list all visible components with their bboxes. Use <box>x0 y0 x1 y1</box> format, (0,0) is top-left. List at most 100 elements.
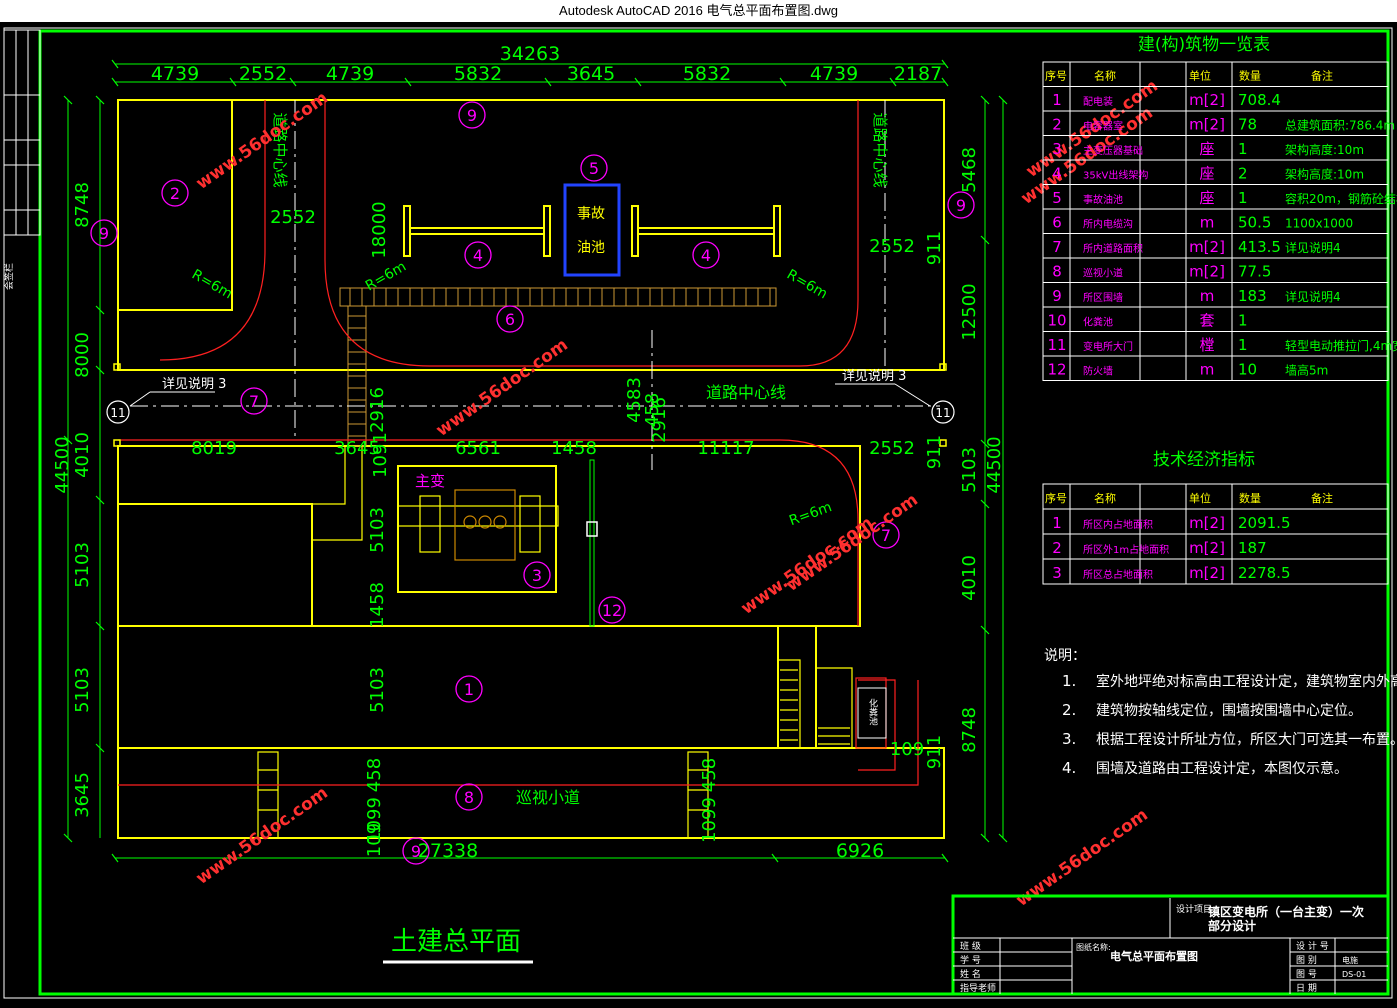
table2-cell: 3 <box>1052 564 1062 582</box>
table2-header: 名称 <box>1094 491 1116 505</box>
table2-cell: m[2] <box>1189 514 1225 532</box>
main-transformer[interactable] <box>397 489 559 561</box>
table2-header: 数量 <box>1239 492 1261 505</box>
watermark-text: www.56doc.com <box>433 335 572 441</box>
window-title: Autodesk AutoCAD 2016 电气总平面布置图.dwg <box>0 0 1397 22</box>
dim-left: 3645 <box>72 772 93 818</box>
title-block[interactable]: 设计项目: 镇区变电所（一台主变）一次 部分设计 图纸名称: 电气总平面布置图 … <box>951 894 1390 996</box>
item-marker-4[interactable]: 4 <box>692 241 720 269</box>
item-marker-1[interactable]: 1 <box>455 675 483 703</box>
dim-inner: 5103 <box>367 507 388 553</box>
dim-inner: 2552 <box>270 207 316 228</box>
axis-bubble-right: 11 <box>935 406 950 420</box>
table1-cell: 详见说明4 <box>1285 289 1341 304</box>
table1-cell: 8 <box>1052 263 1062 281</box>
svg-text:3: 3 <box>532 566 542 585</box>
item-marker-12[interactable]: 12 <box>598 596 626 624</box>
dim-inner: 5103 <box>367 667 388 713</box>
table1-cell: 9 <box>1052 287 1062 305</box>
title-block-left-label: 班 级 <box>960 940 981 952</box>
dim-left: 8000 <box>72 332 93 378</box>
accident-pool[interactable] <box>563 183 621 277</box>
item-marker-9[interactable]: 9 <box>458 101 486 129</box>
dim-left: 4010 <box>72 432 93 478</box>
note-text: 室外地坪绝对标高由工程设计定，建筑物室内外高差0.45m。 <box>1096 673 1397 690</box>
dim-left: 8748 <box>72 182 93 228</box>
title-block-right-label: 设 计 号 <box>1296 940 1329 952</box>
table2-header: 备注 <box>1311 491 1333 505</box>
dim-inner: 1091 <box>370 432 391 478</box>
table2-header: 单位 <box>1189 491 1211 505</box>
dim-inner: 911 <box>924 435 945 469</box>
table1-cell: 主变压器基础 <box>1083 144 1143 157</box>
item-marker-3[interactable]: 3 <box>523 561 551 589</box>
table1-cell: 3 <box>1052 140 1062 158</box>
table1-cell: 7 <box>1052 238 1062 256</box>
table1-cell: 4 <box>1052 165 1062 183</box>
table1-cell: 详见说明4 <box>1285 240 1341 255</box>
table1-cell: 事故油池 <box>1083 193 1123 206</box>
item-marker-5[interactable]: 5 <box>580 154 608 182</box>
firewall <box>589 459 595 627</box>
title-block-right-label: 日 期 <box>1296 983 1317 994</box>
item-marker-8[interactable]: 8 <box>455 783 483 811</box>
svg-text:6: 6 <box>505 310 515 329</box>
note-text: 围墙及道路由工程设计定，本图仅示意。 <box>1096 760 1348 777</box>
table1-cell: 1 <box>1238 336 1248 354</box>
table1-cell: 所内道路面积 <box>1083 242 1143 255</box>
table1-cell: 套 <box>1199 312 1214 330</box>
side-dimension-labels: 8748 8000 401044500 5103 5103 3645 5 4 6 8 12500 51… <box>52 147 1005 818</box>
table1-cell: 1 <box>1238 140 1248 158</box>
road-center-label: 道路中心线 <box>706 383 786 402</box>
gate-marker <box>586 521 598 537</box>
table1-cell: 防火墙 <box>1083 365 1113 378</box>
table1-cell: 配电装 <box>1083 95 1113 108</box>
table1-cell: 座 <box>1199 165 1214 183</box>
svg-text:9: 9 <box>411 842 421 861</box>
dim-top-segment: 3645 <box>567 63 615 85</box>
dim-right: 12500 <box>959 283 980 340</box>
dim-top-total: 34263 <box>500 43 560 65</box>
inner-dimension-labels: 2552 18000 2552 9112916 458345829168019 36451… <box>191 201 945 857</box>
site-plan[interactable]: 34263 4739 2552 4739 5832 3645 5832 4739 2187 8… <box>52 43 1162 964</box>
svg-text:2: 2 <box>170 184 180 203</box>
item-markers[interactable]: 1234 456778999912 <box>90 101 975 865</box>
title-block-right-value: 电施 <box>1342 955 1358 965</box>
dim-inner: 911 <box>924 231 945 265</box>
main-transformer-label: 主变 <box>415 472 445 490</box>
notes: 说明： 1. 室外地坪绝对标高由工程设计定，建筑物室内外高差0.45m。 2. 建筑物… <box>1044 648 1397 777</box>
project-name-2: 部分设计 <box>1208 918 1256 933</box>
item-marker-7[interactable]: 7 <box>240 387 268 415</box>
tech-index-table[interactable]: 技术经济指标 序号 名称 单位 数量 备注 1 所区内占地面积 m[2] 2091.5 2 所区外1… <box>1042 450 1389 585</box>
axis-bubbles <box>106 400 955 424</box>
building-1[interactable] <box>117 625 779 749</box>
dim-inner: 109 <box>890 739 924 760</box>
dim-left: 5103 <box>72 542 93 588</box>
item-marker-9[interactable]: 9 <box>947 191 975 219</box>
table1-cell: 35kV出线架构 <box>1083 169 1148 182</box>
cad-drawing[interactable]: 会签栏 34263 4739 2552 4739 5832 3645 5832 … <box>0 22 1397 1004</box>
dim-right: 5103 <box>959 447 980 493</box>
table2-title: 技术经济指标 <box>1153 450 1255 470</box>
table1-cell: 12 <box>1047 361 1066 379</box>
dim-bottom-2: 6926 <box>836 840 884 862</box>
dim-left: 44500 <box>52 436 73 493</box>
radius-label: R=6m <box>787 499 834 529</box>
svg-text:4: 4 <box>701 246 711 265</box>
see-note-2: 详见说明 3 <box>842 369 906 384</box>
item-marker-6[interactable]: 6 <box>496 305 524 333</box>
item-marker-2[interactable]: 2 <box>161 179 189 207</box>
drawing-canvas[interactable]: 会签栏 34263 4739 2552 4739 5832 3645 5832 … <box>0 22 1397 1004</box>
see-note-1: 详见说明 3 <box>162 377 226 392</box>
note-number: 4. <box>1062 759 1076 777</box>
table1-header: 单位 <box>1189 69 1211 83</box>
table1-cell: 6 <box>1052 214 1062 232</box>
building-schedule-table[interactable]: 建(构)筑物一览表 序号 名称 单位 数量 备注 1 配电装 m[2] 708.4 2 电容器室 m[… <box>1042 35 1397 381</box>
item-marker-9[interactable]: 9 <box>90 219 118 247</box>
radius-label: R=6m <box>189 267 235 303</box>
buildings[interactable] <box>117 99 945 839</box>
table1-cell: 所区围墙 <box>1083 291 1123 304</box>
item-marker-4[interactable]: 4 <box>464 241 492 269</box>
table1-cell: m[2] <box>1189 116 1225 134</box>
signature-strip <box>3 29 41 236</box>
